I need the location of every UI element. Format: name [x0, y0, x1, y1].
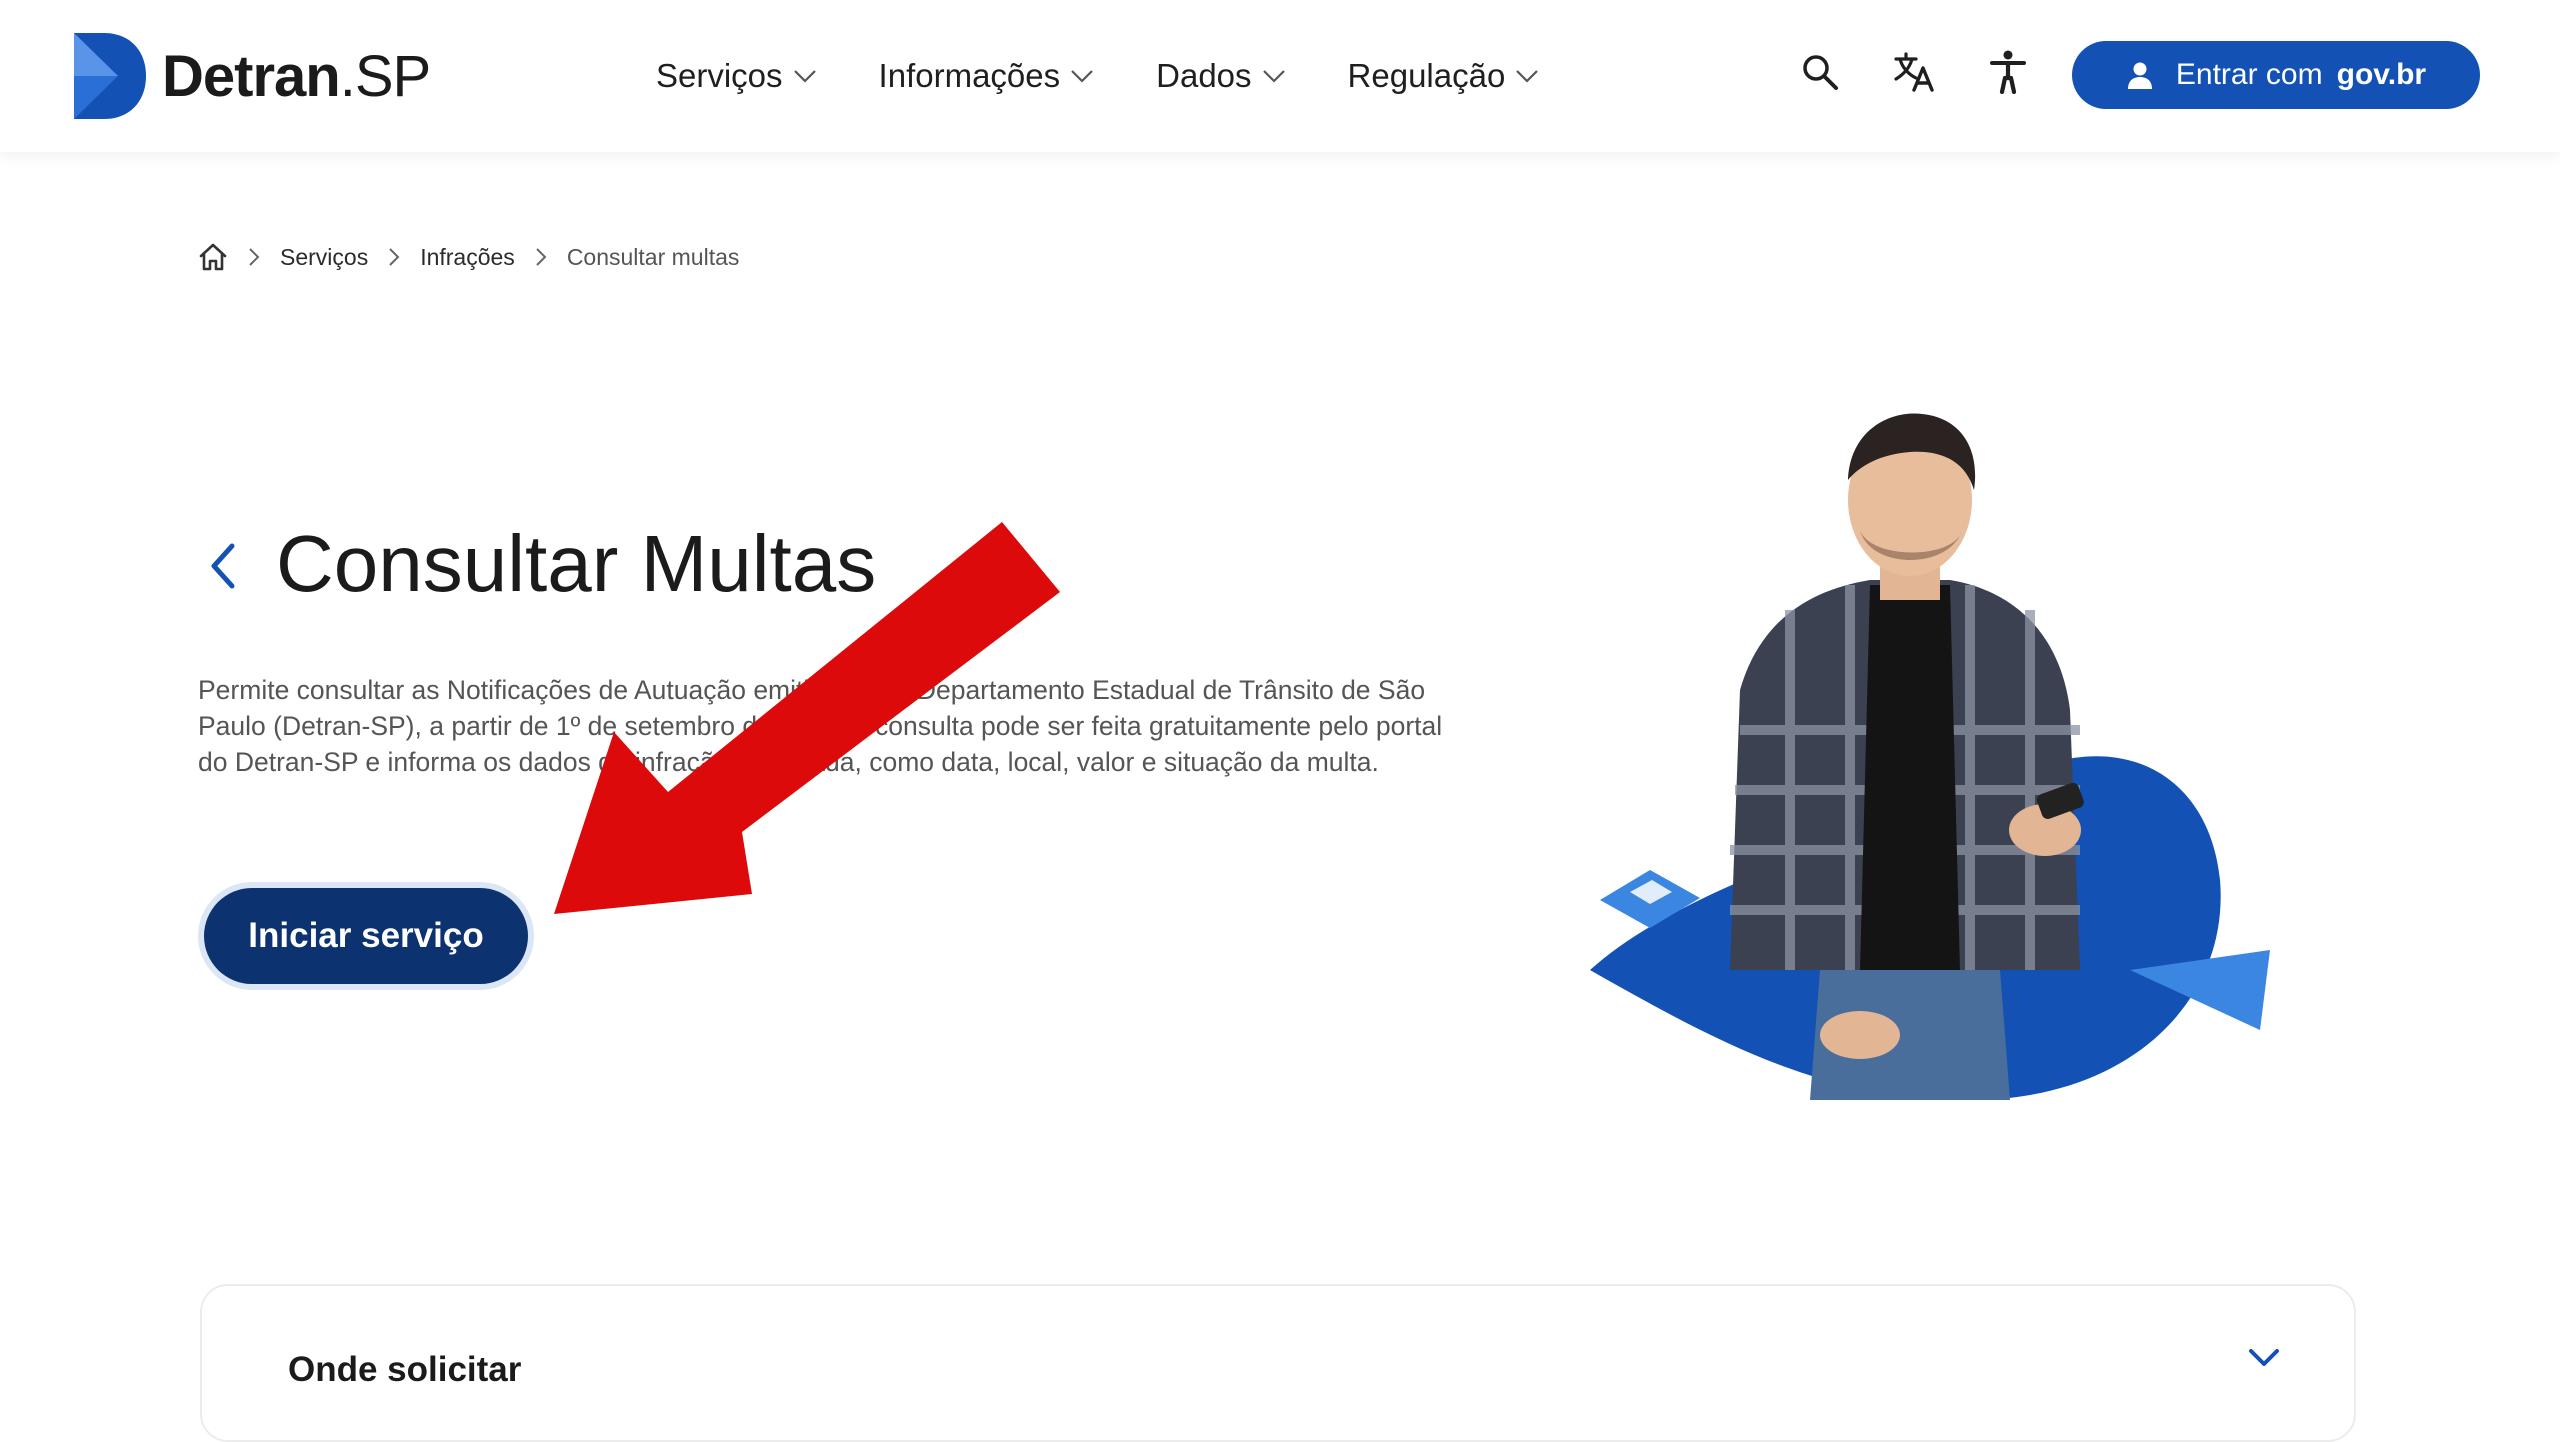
nav-item-regulacao[interactable]: Regulação: [1348, 57, 1540, 95]
start-service-button[interactable]: Iniciar serviço: [198, 882, 534, 990]
breadcrumb-servicos[interactable]: Serviços: [280, 244, 368, 271]
breadcrumb: Serviços Infrações Consultar multas: [198, 242, 739, 272]
search-button[interactable]: [1798, 50, 1842, 94]
nav-item-label: Serviços: [656, 57, 783, 94]
site-header: Detran.SP Serviços Informações Dados Reg…: [0, 0, 2560, 152]
hero-illustration: [1590, 413, 2270, 1100]
search-icon: [1803, 55, 1838, 90]
chevron-down-icon: [793, 70, 816, 83]
govbr-brand: gov.br: [2336, 58, 2427, 91]
detran-logo-mark-icon: [74, 33, 146, 119]
breadcrumb-infracoes[interactable]: Infrações: [420, 244, 515, 271]
chevron-down-icon: [1262, 70, 1285, 83]
breadcrumb-current: Consultar multas: [566, 243, 740, 270]
chevron-down-icon[interactable]: [2248, 1348, 2280, 1368]
home-icon[interactable]: [198, 242, 228, 272]
logo-word: Detran: [162, 43, 341, 109]
chevron-right-icon: [536, 248, 547, 266]
user-icon: [2127, 62, 2152, 89]
nav-item-servicos[interactable]: Serviços: [656, 57, 817, 95]
chevron-right-icon: [249, 248, 260, 266]
accessibility-icon: [1990, 50, 2026, 94]
accessibility-button[interactable]: [1986, 50, 2030, 94]
nav-item-label: Dados: [1156, 57, 1252, 94]
accordion-onde-solicitar[interactable]: Onde solicitar: [200, 1284, 2356, 1442]
start-service-label: Iniciar serviço: [204, 888, 528, 984]
page-title: Consultar Multas: [276, 519, 877, 608]
nav-item-dados[interactable]: Dados: [1156, 57, 1285, 95]
nav-item-informacoes[interactable]: Informações: [879, 57, 1095, 95]
logo-wordmark: Detran.SP: [162, 43, 431, 110]
accordion-title: Onde solicitar: [288, 1350, 522, 1389]
back-chevron-icon[interactable]: [206, 540, 240, 592]
translate-icon: [1894, 52, 1934, 92]
header-tools: [1798, 50, 2080, 94]
nav-item-label: Regulação: [1347, 57, 1506, 94]
main-nav: Serviços Informações Dados Regulação: [656, 48, 1601, 104]
translate-button[interactable]: [1892, 50, 1936, 94]
detran-sp-logo[interactable]: Detran.SP: [74, 32, 431, 120]
nav-item-label: Informações: [878, 57, 1061, 94]
chevron-right-icon: [389, 248, 400, 266]
chevron-down-icon: [1071, 70, 1093, 83]
chevron-down-icon: [1516, 70, 1539, 83]
service-description: Permite consultar as Notificações de Aut…: [198, 675, 1443, 777]
login-label: Entrar com: [2175, 58, 2323, 91]
logo-suffix: .SP: [339, 43, 431, 109]
login-govbr-button[interactable]: Entrar com gov.br: [2072, 41, 2480, 109]
